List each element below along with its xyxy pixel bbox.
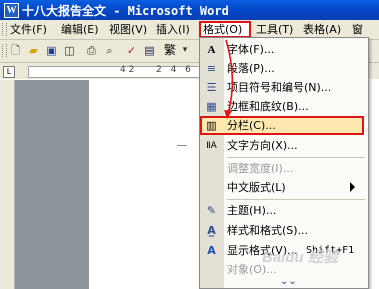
- research-icon[interactable]: ▤: [142, 43, 157, 58]
- page-margin-area: [15, 80, 89, 289]
- menubar-grip-handle[interactable]: [2, 23, 7, 36]
- bullets-numbering-icon: ☰: [206, 81, 217, 94]
- menu-table[interactable]: 表格(A): [303, 22, 341, 37]
- window-title: 十八大报告全文 - Microsoft Word: [22, 4, 229, 18]
- menu-item-label: 项目符号和编号(N)...: [227, 81, 332, 94]
- menu-separator: [227, 199, 365, 200]
- text-direction-icon: ⅡA: [206, 141, 217, 151]
- menu-item-label: 边框和底纹(B)...: [227, 100, 309, 113]
- menu-item-label: 分栏(C)...: [227, 119, 276, 132]
- styles-formatting-icon: A̲: [207, 224, 216, 237]
- menu-item-label: 中文版式(L): [227, 181, 286, 194]
- menu-item-label: 样式和格式(S)...: [227, 224, 309, 237]
- toolbar-grip-handle[interactable]: [2, 44, 7, 57]
- borders-shading-icon: ▦: [206, 100, 217, 113]
- font-icon: A: [207, 44, 216, 56]
- menu-item-columns[interactable]: ▥ 分栏(C)...: [200, 116, 368, 136]
- menu-file[interactable]: 文件(F): [10, 22, 47, 37]
- menu-item-theme[interactable]: ✎ 主题(H)...: [200, 201, 368, 221]
- tab-stop-selector[interactable]: L: [3, 66, 15, 78]
- baidu-watermark: Baidu 经验: [262, 249, 338, 266]
- menu-item-label: 调整宽度(I)...: [227, 162, 294, 175]
- print-icon[interactable]: ⎙: [84, 43, 99, 58]
- menu-item-bullets-numbering[interactable]: ☰ 项目符号和编号(N)...: [200, 78, 368, 98]
- spelling-check-icon[interactable]: ✓: [124, 43, 139, 58]
- menu-item-label: 字体(F)...: [227, 43, 275, 56]
- paragraph-icon: ≡: [206, 62, 217, 75]
- reveal-formatting-icon: A: [207, 244, 216, 257]
- open-folder-icon[interactable]: ▰: [26, 43, 41, 58]
- menu-item-text-direction[interactable]: ⅡA 文字方向(X)...: [200, 136, 368, 156]
- submenu-arrow-icon: [350, 182, 355, 192]
- word-app-icon: W: [4, 3, 19, 18]
- vertical-ruler: [0, 80, 15, 289]
- theme-icon: ✎: [206, 204, 217, 217]
- menu-view[interactable]: 视图(V): [109, 22, 147, 37]
- menu-tools[interactable]: 工具(T): [256, 22, 293, 37]
- menu-insert[interactable]: 插入(I): [156, 22, 190, 37]
- title-bar: W 十八大报告全文 - Microsoft Word: [0, 0, 379, 20]
- menu-format[interactable]: 格式(O): [199, 21, 251, 38]
- columns-icon: ▥: [206, 119, 217, 132]
- menu-item-label: 段落(P)...: [227, 62, 275, 75]
- text-boundary-mark: [177, 145, 187, 146]
- menu-item-label: 文字方向(X)...: [227, 139, 298, 152]
- traditional-chinese-button[interactable]: 繁: [160, 43, 180, 58]
- menu-item-borders-shading[interactable]: ▦ 边框和底纹(B)...: [200, 97, 368, 117]
- menu-window[interactable]: 窗: [352, 22, 363, 37]
- menu-item-adjust-width: 调整宽度(I)...: [200, 159, 368, 179]
- ruler-marks: 4 2: [120, 65, 135, 75]
- expand-menu-chevron-icon[interactable]: ⌄⌄: [280, 276, 297, 287]
- print-preview-icon[interactable]: ⌕: [102, 43, 117, 58]
- menu-item-label: 主题(H)...: [227, 204, 277, 217]
- menu-item-font[interactable]: A 字体(F)...: [200, 40, 368, 60]
- menu-item-styles-formatting[interactable]: A̲ 样式和格式(S)...: [200, 221, 368, 241]
- save-icon[interactable]: ▣: [44, 43, 59, 58]
- menu-edit[interactable]: 编辑(E): [61, 22, 99, 37]
- new-document-icon[interactable]: 🗋: [8, 43, 23, 58]
- permission-icon[interactable]: ◫: [62, 43, 77, 58]
- menu-item-paragraph[interactable]: ≡ 段落(P)...: [200, 59, 368, 79]
- chevron-down-icon[interactable]: ▾: [181, 43, 189, 58]
- menu-item-chinese-layout[interactable]: 中文版式(L): [200, 178, 368, 198]
- menu-separator: [227, 157, 365, 158]
